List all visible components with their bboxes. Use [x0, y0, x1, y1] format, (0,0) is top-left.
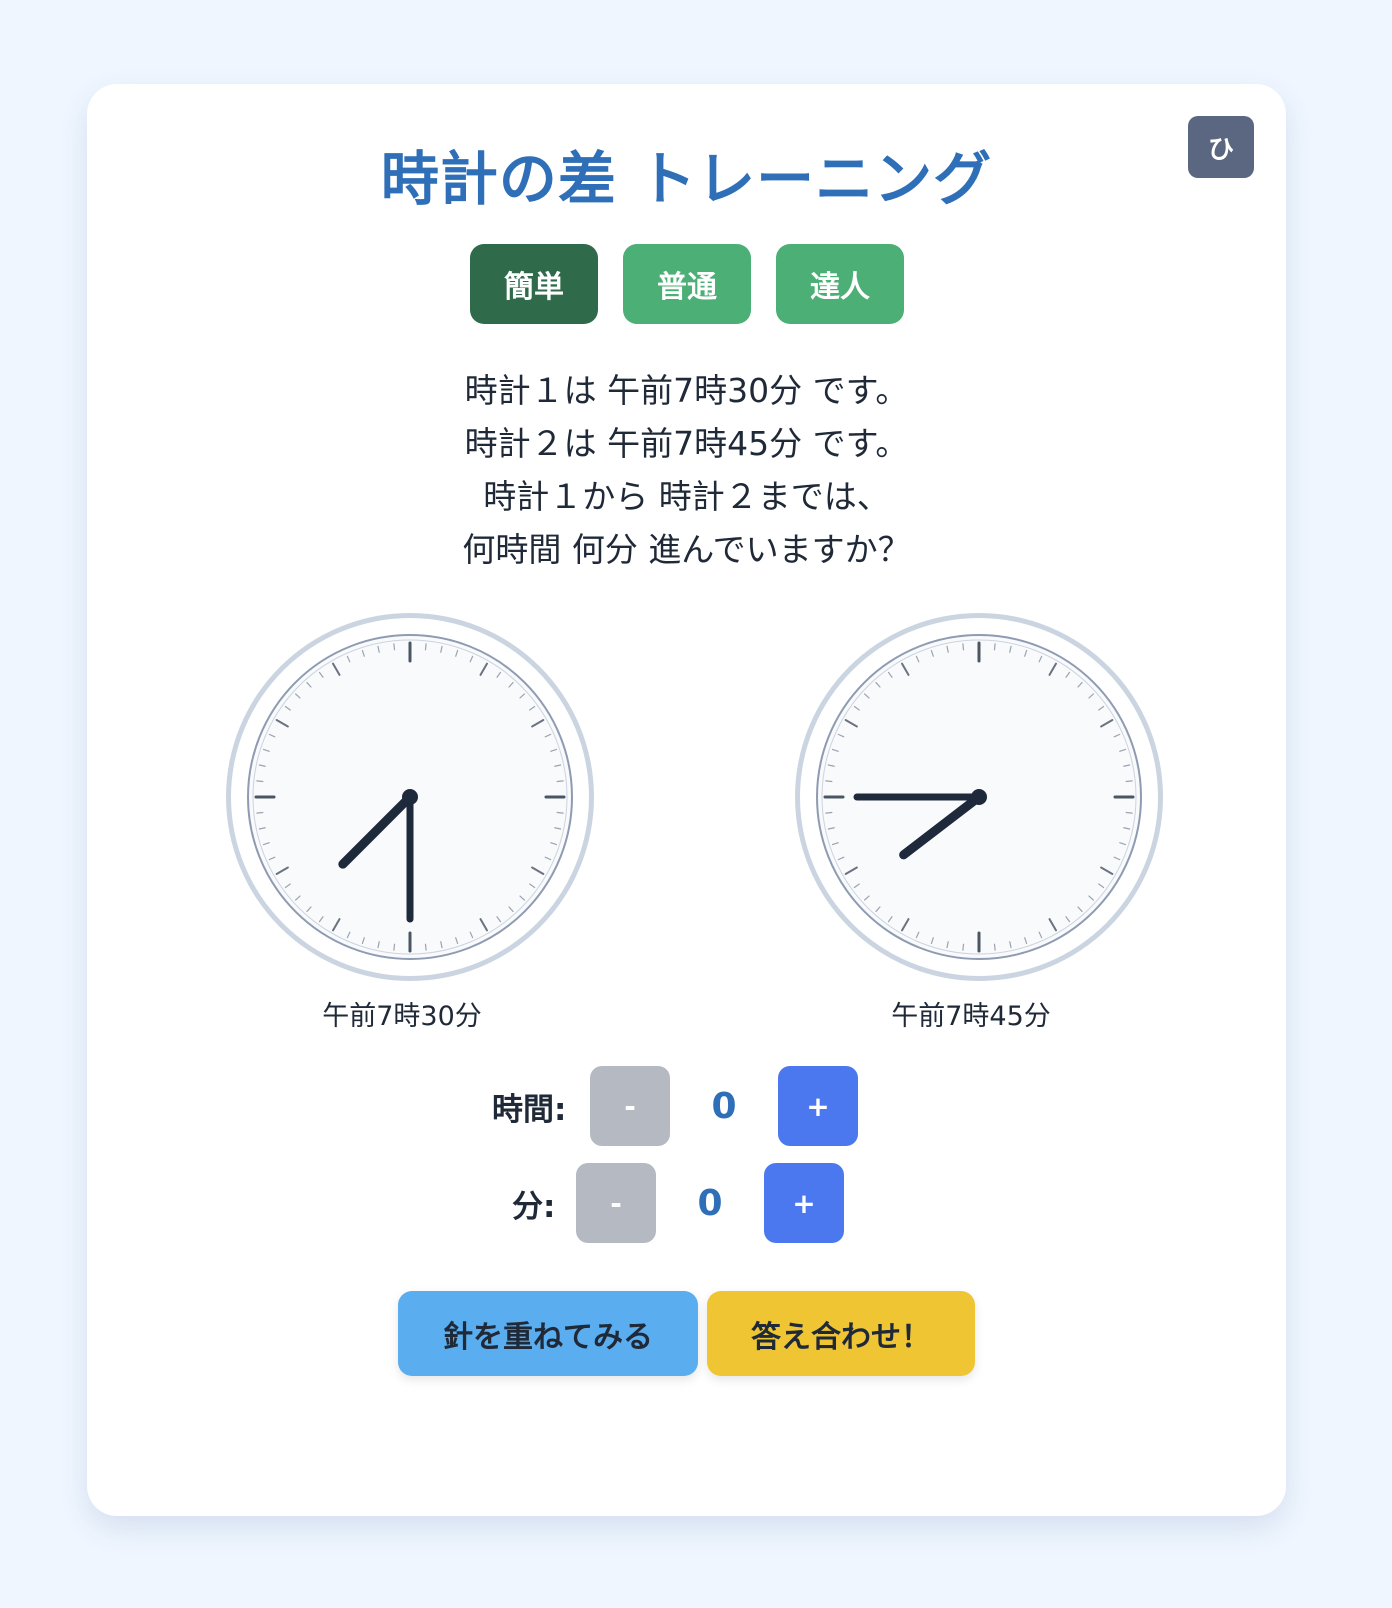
level-normal-button[interactable]: 普通 [623, 244, 751, 324]
clock-tick [962, 643, 965, 651]
minutes-value: 0 [697, 1182, 723, 1224]
clock-tick [256, 811, 264, 814]
clock-tick [256, 780, 264, 783]
question-line: 何時間 何分 進んでいますか？ [462, 530, 911, 569]
clock-tick [993, 643, 996, 651]
minutes-minus-button[interactable]: - [576, 1163, 656, 1243]
clock-tick [993, 943, 996, 951]
clock-tick [962, 943, 965, 951]
hours-stepper: 時間: - 0 + [492, 1066, 858, 1146]
clock-center-pin [402, 789, 418, 805]
clock-tick [556, 811, 564, 814]
hours-minus-button[interactable]: - [590, 1066, 670, 1146]
clock-1-face [226, 613, 594, 981]
question-line: 時計１は 午前7時30分 です。 [464, 371, 909, 410]
question-line: 時計１から 時計２までは、 [483, 477, 890, 516]
clock-1-caption: 午前7時30分 [322, 1001, 482, 1032]
clock-2 [791, 609, 1167, 985]
clock-2-caption: 午前7時45分 [891, 1001, 1051, 1032]
clock-tick [424, 643, 427, 651]
check-answer-button[interactable]: 答え合わせ！ [707, 1291, 975, 1376]
clock-tick [393, 643, 396, 651]
minutes-stepper: 分: - 0 + [512, 1163, 844, 1243]
overlay-hands-button[interactable]: 針を重ねてみる [398, 1291, 698, 1376]
minutes-label: 分: [512, 1188, 556, 1225]
clock-tick [393, 943, 396, 951]
clock-tick [1125, 780, 1133, 783]
page-title: 時計の差 トレーニング [380, 145, 993, 213]
training-card: ひ 時計の差 トレーニング 簡単 普通 達人 時計１は 午前7時30分 です。 … [87, 84, 1286, 1516]
level-easy-button[interactable]: 簡単 [470, 244, 598, 324]
clock-tick [1125, 811, 1133, 814]
clock-1 [222, 609, 598, 985]
hours-value: 0 [711, 1085, 737, 1127]
level-selector: 簡単 普通 達人 [470, 244, 904, 324]
hours-plus-button[interactable]: + [778, 1066, 858, 1146]
clock-2-face [795, 613, 1163, 981]
question-text: 時計１は 午前7時30分 です。 時計２は 午前7時45分 です。 時計１から … [87, 364, 1286, 576]
clock-center-pin [971, 789, 987, 805]
clock-tick [825, 811, 833, 814]
clock-tick [556, 780, 564, 783]
clock-tick [825, 780, 833, 783]
clock-tick [424, 943, 427, 951]
hours-label: 時間: [492, 1091, 567, 1128]
level-expert-button[interactable]: 達人 [776, 244, 904, 324]
minutes-plus-button[interactable]: + [764, 1163, 844, 1243]
question-line: 時計２は 午前7時45分 です。 [464, 424, 909, 463]
